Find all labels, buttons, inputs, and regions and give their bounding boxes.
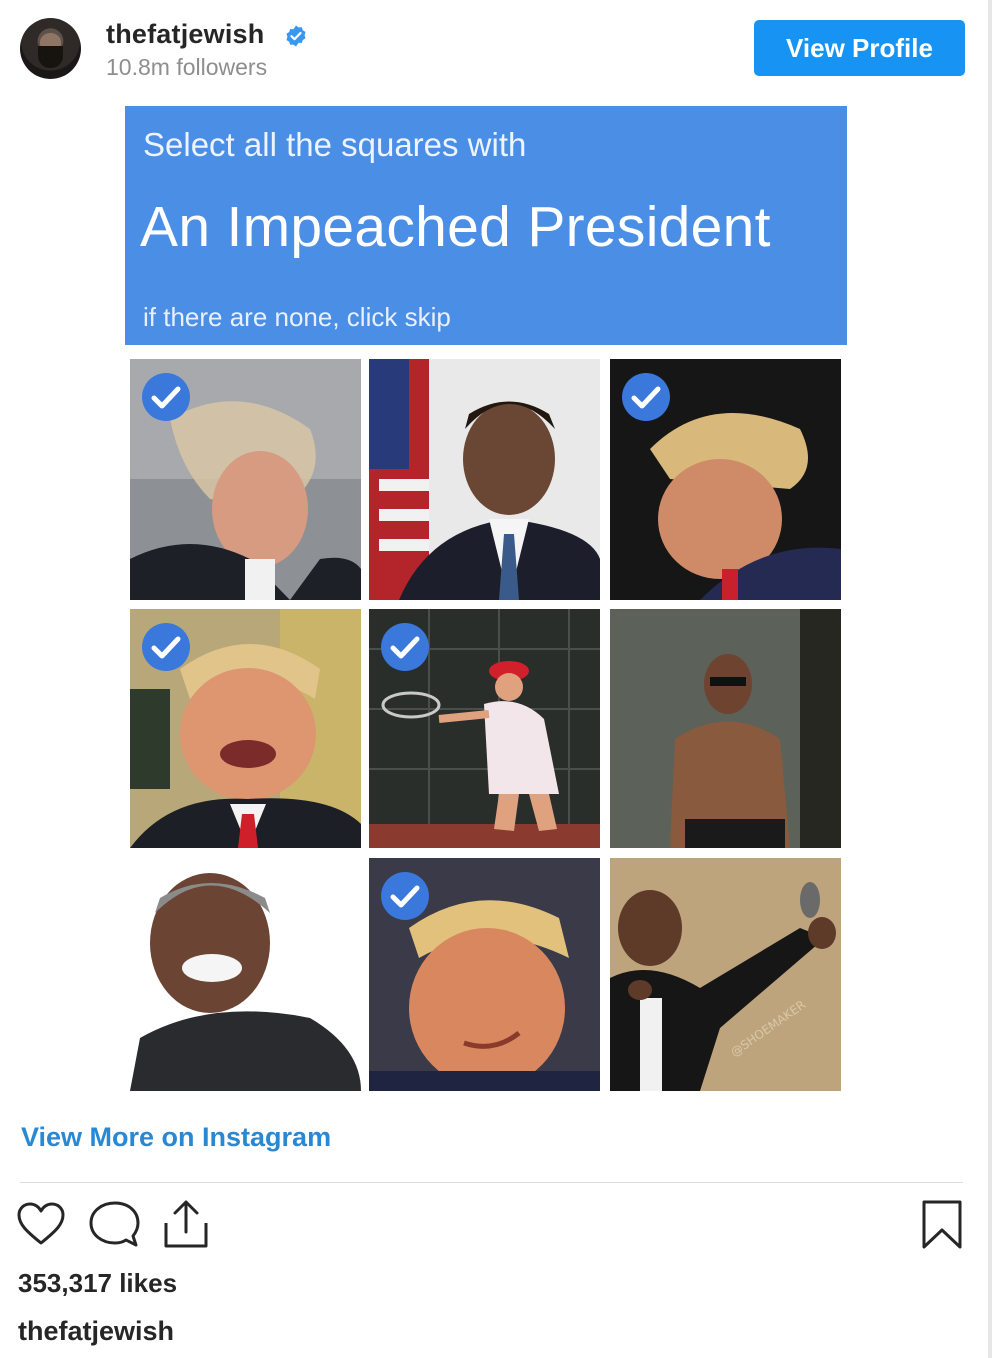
tile-photo-6	[610, 609, 841, 848]
checkmark-icon	[142, 623, 190, 671]
tile-photo-9	[610, 858, 841, 1091]
checkmark-icon	[381, 623, 429, 671]
grid-tile-3[interactable]	[610, 359, 841, 600]
heart-icon[interactable]	[16, 1201, 66, 1247]
captcha-target: An Impeached President	[140, 195, 771, 259]
like-count[interactable]: 353,317 likes	[18, 1268, 177, 1299]
captcha-skip-hint: if there are none, click skip	[143, 302, 451, 332]
page-edge	[988, 0, 992, 1358]
follower-count: 10.8m followers	[106, 54, 268, 80]
share-icon[interactable]	[162, 1198, 210, 1250]
grid-tile-4[interactable]	[130, 609, 361, 848]
verified-badge-icon	[286, 25, 306, 47]
grid-tile-1[interactable]	[130, 359, 361, 600]
avatar-beard	[38, 46, 63, 68]
view-more-link[interactable]: View More on Instagram	[21, 1122, 331, 1153]
checkmark-icon	[142, 373, 190, 421]
profile-username[interactable]: thefatjewish	[106, 19, 264, 50]
checkmark-icon	[622, 373, 670, 421]
grid-tile-6[interactable]	[610, 609, 841, 848]
checkmark-icon	[381, 872, 429, 920]
captcha-instruction: Select all the squares with	[143, 126, 527, 163]
grid-tile-7[interactable]	[130, 858, 361, 1091]
grid-tile-9[interactable]: @SHOEMAKER	[610, 858, 841, 1091]
bookmark-icon[interactable]	[920, 1199, 964, 1251]
grid-tile-5[interactable]	[369, 609, 600, 848]
grid-tile-8[interactable]	[369, 858, 600, 1091]
comment-icon[interactable]	[88, 1200, 140, 1250]
grid-tile-2[interactable]	[369, 359, 600, 600]
divider	[20, 1182, 963, 1183]
caption-username[interactable]: thefatjewish	[18, 1316, 174, 1347]
view-profile-button[interactable]: View Profile	[754, 20, 965, 76]
avatar[interactable]	[20, 18, 81, 79]
tile-photo-2	[369, 359, 600, 600]
tile-photo-7	[130, 858, 361, 1091]
post-image-captcha-header: Select all the squares with An Impeached…	[125, 106, 847, 345]
